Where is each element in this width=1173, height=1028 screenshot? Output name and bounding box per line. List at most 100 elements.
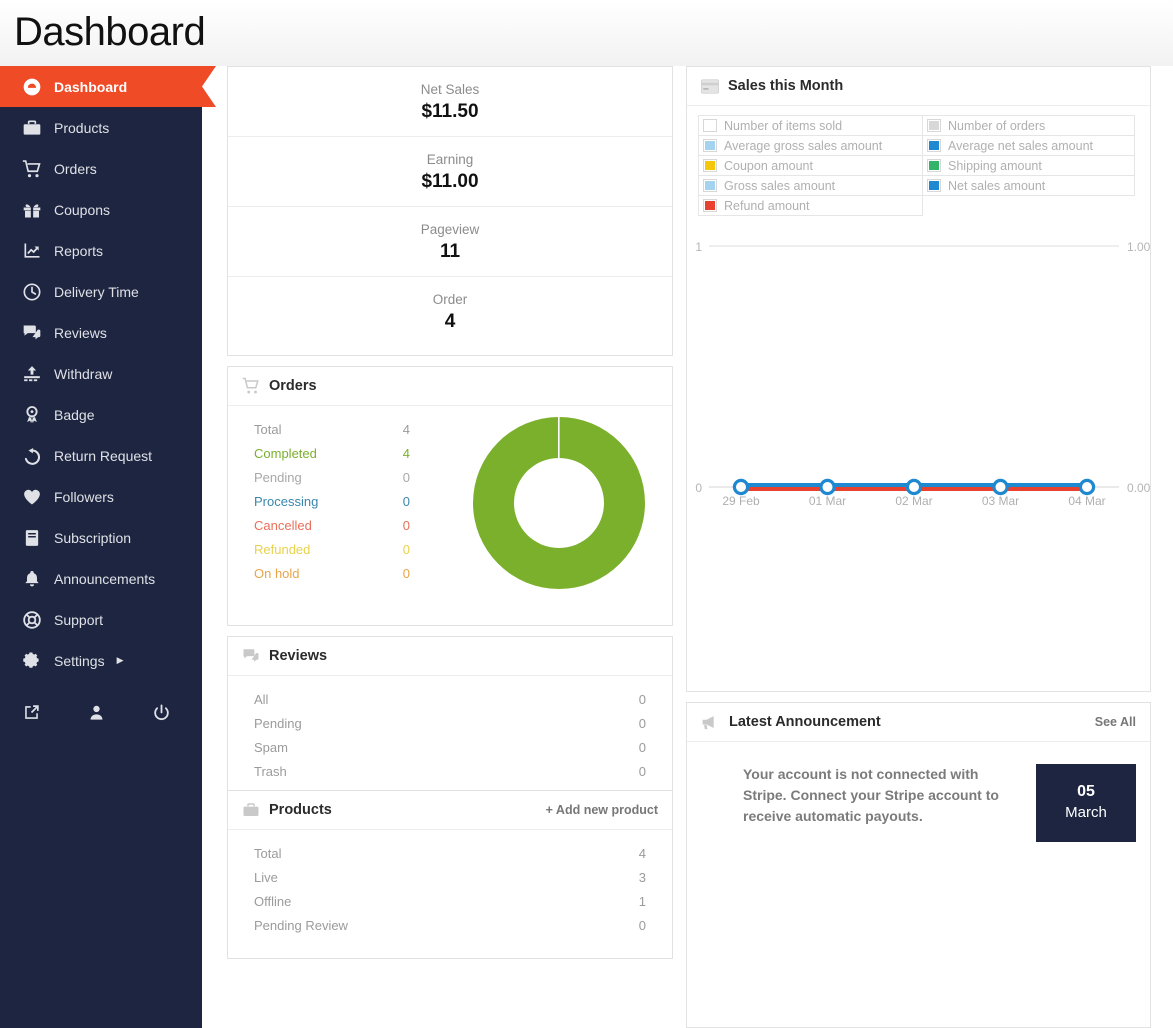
legend-item[interactable]: Number of items sold (698, 115, 923, 136)
legend-item[interactable]: Gross sales amount (698, 175, 923, 196)
gauge-icon (22, 75, 50, 99)
sidebar-item-reports[interactable]: Reports (0, 230, 202, 271)
announcement-card-header: Latest Announcement See All (687, 703, 1150, 742)
list-item-label: On hold (254, 565, 300, 581)
sales-chart-svg: 1 0 1.00 0.00 29 Feb 01 Mar 02 Mar 03 Mar 04… (695, 240, 1150, 508)
user-icon[interactable] (87, 703, 106, 722)
legend-item[interactable]: Average gross sales amount (698, 135, 923, 156)
sidebar-item-orders[interactable]: Orders (0, 148, 202, 189)
briefcase-icon (242, 801, 260, 819)
sidebar-item-subscription[interactable]: Subscription (0, 517, 202, 558)
list-item[interactable]: Total 4 (228, 417, 446, 441)
stat-pageview: Pageview 11 (228, 207, 672, 277)
see-all-link[interactable]: See All (1095, 715, 1136, 729)
bell-icon (22, 567, 50, 591)
chart-line-icon (22, 239, 50, 263)
reviews-list: All 0 Pending 0 Spam 0 Trash 0 (228, 676, 672, 783)
reviews-card-header: Reviews (228, 637, 672, 676)
legend-item[interactable]: Number of orders (922, 115, 1135, 136)
legend-swatch (703, 159, 717, 172)
summary-stats-list: Net Sales $11.50 Earning $11.00 Pageview 11 Or… (228, 67, 672, 347)
list-item[interactable]: All 0 (228, 687, 672, 711)
announcement-month: March (1065, 804, 1107, 821)
list-item[interactable]: Trash 0 (228, 759, 672, 783)
credit-card-icon (701, 78, 719, 94)
chart-data-point[interactable] (905, 478, 923, 496)
sales-card-title: Sales this Month (728, 78, 844, 94)
list-item[interactable]: Processing 0 (228, 489, 446, 513)
sidebar-item-settings[interactable]: Settings ▶ (0, 640, 202, 681)
legend-swatch (703, 199, 717, 212)
heart-icon (22, 485, 50, 509)
legend-item[interactable]: Coupon amount (698, 155, 923, 176)
list-item[interactable]: Spam 0 (228, 735, 672, 759)
sidebar-item-dashboard[interactable]: Dashboard (0, 66, 216, 107)
list-item-value: 4 (402, 421, 410, 437)
sidebar-item-announcements[interactable]: Announcements (0, 558, 202, 599)
sales-card-header: Sales this Month (687, 67, 1150, 106)
sidebar-item-reviews[interactable]: Reviews (0, 312, 202, 353)
sidebar-item-withdraw[interactable]: Withdraw (0, 353, 202, 394)
list-item[interactable]: Refunded 0 (228, 537, 446, 561)
list-item-value: 0 (638, 715, 646, 731)
sidebar-nav: Dashboard Products Orders Coupons Reports Del… (0, 66, 216, 681)
sidebar-item-delivery-time[interactable]: Delivery Time (0, 271, 202, 312)
list-item[interactable]: Live 3 (228, 865, 672, 889)
sidebar-item-label: Withdraw (54, 365, 113, 382)
legend-item[interactable]: Refund amount (698, 195, 923, 216)
list-item[interactable]: Cancelled 0 (228, 513, 446, 537)
orders-card-body: Total 4 Completed 4 Pending 0 Processing 0 Cance… (228, 406, 672, 589)
sales-this-month-card: Sales this Month Number of items sold Ave… (686, 66, 1151, 692)
orders-card-header: Orders (228, 367, 672, 406)
reviews-card: Reviews All 0 Pending 0 Spam 0 Trash 0 (227, 636, 673, 801)
sidebar-item-support[interactable]: Support (0, 599, 202, 640)
sidebar-item-label: Orders (54, 160, 97, 177)
legend-item[interactable]: Shipping amount (922, 155, 1135, 176)
chart-data-point[interactable] (819, 478, 836, 496)
sidebar-item-products[interactable]: Products (0, 107, 202, 148)
list-item[interactable]: Pending 0 (228, 465, 446, 489)
list-item[interactable]: Pending 0 (228, 711, 672, 735)
legend-label: Average net sales amount (948, 138, 1094, 153)
chart-data-point[interactable] (1078, 478, 1096, 496)
sidebar-item-badge[interactable]: Badge (0, 394, 202, 435)
list-item-value: 0 (402, 565, 410, 581)
power-icon[interactable] (152, 703, 171, 722)
sidebar-item-return-request[interactable]: Return Request (0, 435, 202, 476)
gear-icon (22, 649, 50, 673)
sidebar-item-label: Return Request (54, 447, 153, 464)
sidebar: Dashboard Products Orders Coupons Reports Del… (0, 66, 216, 1028)
stat-label: Net Sales (420, 81, 480, 97)
legend-swatch (703, 119, 717, 132)
chevron-right-icon[interactable]: ▶ (117, 655, 124, 666)
external-link-icon[interactable] (22, 703, 41, 722)
chart-x-tick-label: 03 Mar (982, 494, 1019, 508)
list-item-value: 0 (638, 739, 646, 755)
list-item[interactable]: Offline 1 (228, 889, 672, 913)
sidebar-item-followers[interactable]: Followers (0, 476, 202, 517)
legend-item[interactable]: Average net sales amount (922, 135, 1135, 156)
list-item[interactable]: Completed 4 (228, 441, 446, 465)
list-item[interactable]: Pending Review 0 (228, 913, 672, 937)
upload-icon (22, 362, 50, 386)
legend-label: Shipping amount (948, 158, 1042, 173)
topbar: Dashboard (0, 0, 1173, 66)
chart-data-point[interactable] (992, 478, 1009, 496)
list-item-label: Live (254, 869, 278, 885)
list-item[interactable]: Total 4 (228, 841, 672, 865)
stat-value: $11.00 (421, 170, 479, 192)
chart-data-point[interactable] (732, 478, 750, 496)
list-item-label: Processing (254, 493, 319, 509)
add-new-product-button[interactable]: + Add new product (546, 803, 658, 817)
sidebar-item-coupons[interactable]: Coupons (0, 189, 202, 230)
legend-label: Coupon amount (724, 158, 813, 173)
legend-item[interactable]: Net sales amount (922, 175, 1135, 196)
stat-net-sales: Net Sales $11.50 (228, 67, 672, 137)
sidebar-item-label: Announcements (54, 570, 156, 587)
list-item[interactable]: On hold 0 (228, 561, 446, 585)
chart-x-tick-label: 01 Mar (809, 494, 846, 508)
undo-icon (22, 444, 50, 468)
list-item-value: 4 (638, 845, 646, 861)
legend-label: Gross sales amount (724, 178, 836, 193)
sidebar-item-label: Dashboard (54, 78, 128, 95)
